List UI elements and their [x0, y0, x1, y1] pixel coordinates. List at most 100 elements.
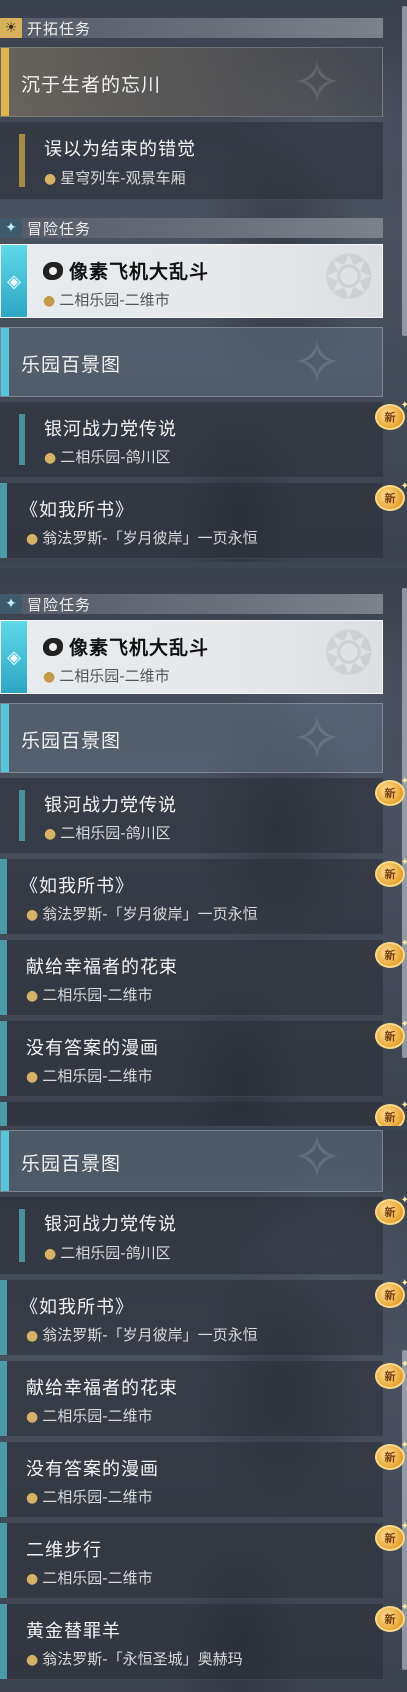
location-text: 二相乐园-二维市	[42, 1067, 153, 1085]
location-text: 二相乐园-二维市	[42, 1488, 153, 1506]
map-pin-icon: ●	[26, 907, 39, 923]
decorative-emblem-icon: ✧	[291, 48, 342, 118]
map-pin-icon: ●	[43, 669, 56, 685]
quest-location: ● 星穹列车-观景车厢	[44, 167, 186, 188]
quest-group-leyuan[interactable]: ✧ 乐园百景图	[0, 1130, 383, 1193]
location-text: 二相乐园-鸽川区	[60, 1244, 171, 1262]
new-badge: 新	[375, 481, 407, 511]
map-pin-icon: ●	[26, 531, 39, 547]
location-text: 二相乐园-二维市	[42, 1407, 153, 1425]
map-pin-icon: ●	[26, 988, 39, 1004]
location-text: 二相乐园-二维市	[59, 667, 170, 685]
quest-item-meiyou[interactable]: 没有答案的漫画 ● 二相乐园-二维市 新	[0, 1019, 407, 1097]
quest-title: 《如我所书》	[20, 1297, 134, 1318]
sparkle-diamond-icon: ✦	[0, 218, 22, 238]
accent-bar	[0, 859, 7, 934]
quest-item-ruwo[interactable]: 《如我所书》 ● 翁法罗斯-「岁月彼岸」一页永恒 新	[0, 1278, 407, 1356]
map-pin-icon: ●	[44, 1246, 57, 1262]
map-pin-icon: ●	[44, 171, 57, 187]
quest-title: 银河战力党传说	[44, 1214, 177, 1235]
scrollbar[interactable]	[402, 6, 407, 336]
quest-location: ● 二相乐园-二维市	[26, 1486, 153, 1507]
quest-location: ● 翁法罗斯-「岁月彼岸」一页永恒	[26, 903, 258, 924]
section-header-adventure: ✦ 冒险任务	[0, 218, 383, 238]
quest-item-cut-off[interactable]: 新	[0, 1100, 407, 1126]
location-text: 翁法罗斯-「岁月彼岸」一页永恒	[42, 529, 258, 547]
quest-item-xiangei[interactable]: 献给幸福者的花束 ● 二相乐园-二维市 新	[0, 1359, 407, 1437]
quest-group-chenyu[interactable]: ✧ 沉于生者的忘川	[0, 47, 383, 118]
section-title: 冒险任务	[27, 595, 92, 614]
map-pin-icon: ●	[44, 450, 57, 466]
quest-title-text: 像素飞机大乱斗	[69, 637, 210, 659]
quest-item-ruwo[interactable]: 《如我所书》 ● 翁法罗斯-「岁月彼岸」一页永恒 新	[0, 857, 407, 935]
section-title: 开拓任务	[27, 19, 92, 38]
decorative-emblem-icon: ✧	[291, 1130, 342, 1193]
quest-title: 没有答案的漫画	[26, 1459, 159, 1480]
new-badge: 新	[375, 1278, 407, 1308]
new-badge: 新	[375, 1359, 407, 1389]
quest-title: 没有答案的漫画	[26, 1038, 159, 1059]
diamond-icon: ◈	[1, 621, 27, 693]
quest-subbar	[19, 790, 25, 841]
quest-title: 银河战力党传说	[44, 795, 177, 816]
accent-bar	[0, 1442, 7, 1517]
new-badge: 新	[375, 776, 407, 806]
decorative-emblem-icon: ❂	[323, 619, 374, 689]
quest-subbar	[19, 1209, 25, 1262]
map-pin-icon: ●	[26, 1652, 39, 1668]
accent-bar	[0, 1102, 7, 1126]
quest-item-meiyou[interactable]: 没有答案的漫画 ● 二相乐园-二维市 新	[0, 1440, 407, 1518]
quest-title: 《如我所书》	[20, 876, 134, 897]
accent-bar	[1, 1131, 9, 1191]
quest-item-pixel-selected[interactable]: ◈ ❂ 像素飞机大乱斗 ● 二相乐园-二维市	[0, 619, 383, 694]
map-pin-icon: ●	[43, 293, 56, 309]
accent-bar	[0, 1523, 7, 1598]
quest-location: ● 二相乐园-鸽川区	[44, 446, 171, 467]
quest-item-pixel-selected[interactable]: ◈ ❂ 像素飞机大乱斗 ● 二相乐园-二维市	[0, 243, 383, 318]
quest-title: 银河战力党传说	[44, 419, 177, 440]
quest-item-yinhe[interactable]: 银河战力党传说 ● 二相乐园-鸽川区 新	[0, 400, 407, 478]
quest-location: ● 二相乐园-鸽川区	[44, 1242, 171, 1263]
quest-item-huangjin[interactable]: 黄金替罪羊 ● 翁法罗斯-「永恒圣城」奥赫玛 新	[0, 1602, 407, 1680]
quest-title: 黄金替罪羊	[26, 1621, 121, 1642]
accent-bar	[1, 48, 9, 116]
map-pin-icon: ●	[26, 1328, 39, 1344]
map-pin-icon: ●	[26, 1571, 39, 1587]
accent-bar	[0, 1604, 7, 1679]
map-pin-icon: ●	[26, 1490, 39, 1506]
new-badge: 新	[375, 1019, 407, 1049]
game-controller-icon	[43, 638, 63, 656]
quest-location: ● 翁法罗斯-「岁月彼岸」一页永恒	[26, 1324, 258, 1345]
decorative-emblem-icon: ✧	[291, 704, 342, 774]
accent-bar	[0, 1280, 7, 1355]
sun-gear-icon: ☀	[0, 18, 22, 38]
quest-group-leyuan[interactable]: ✧ 乐园百景图	[0, 703, 383, 774]
quest-item-xiangei[interactable]: 献给幸福者的花束 ● 二相乐园-二维市 新	[0, 938, 407, 1016]
quest-group-leyuan[interactable]: ✧ 乐园百景图	[0, 327, 383, 398]
quest-title: 乐园百景图	[21, 730, 122, 752]
new-badge: 新	[375, 1440, 407, 1470]
location-text: 翁法罗斯-「岁月彼岸」一页永恒	[42, 1326, 258, 1344]
quest-title: 误以为结束的错觉	[44, 139, 196, 160]
quest-location: ● 二相乐园-二维市	[26, 1567, 153, 1588]
quest-item-ruwo[interactable]: 《如我所书》 ● 翁法罗斯-「岁月彼岸」一页永恒 新	[0, 481, 407, 559]
quest-title: 献给幸福者的花束	[26, 1378, 178, 1399]
quest-item-yinhe[interactable]: 银河战力党传说 ● 二相乐园-鸽川区 新	[0, 776, 407, 854]
quest-item-yinhe[interactable]: 银河战力党传说 ● 二相乐园-鸽川区 新	[0, 1195, 407, 1275]
accent-bar	[1, 704, 9, 772]
quest-location: ● 二相乐园-二维市	[26, 984, 153, 1005]
game-controller-icon	[43, 262, 63, 280]
quest-item-wuyi[interactable]: 误以为结束的错觉 ● 星穹列车-观景车厢	[0, 122, 383, 200]
accent-bar	[0, 483, 7, 558]
quest-item-erwei[interactable]: 二维步行 ● 二相乐园-二维市 新	[0, 1521, 407, 1599]
new-badge: 新	[375, 1602, 407, 1632]
sparkle-diamond-icon: ✦	[0, 594, 22, 614]
location-text: 二相乐园-二维市	[42, 1569, 153, 1587]
diamond-icon: ◈	[1, 245, 27, 317]
scrollbar[interactable]	[402, 588, 407, 1058]
map-pin-icon: ●	[44, 826, 57, 842]
location-text: 二相乐园-鸽川区	[60, 448, 171, 466]
decorative-emblem-icon: ✧	[291, 328, 342, 398]
accent-bar	[0, 1021, 7, 1096]
location-text: 二相乐园-二维市	[59, 291, 170, 309]
